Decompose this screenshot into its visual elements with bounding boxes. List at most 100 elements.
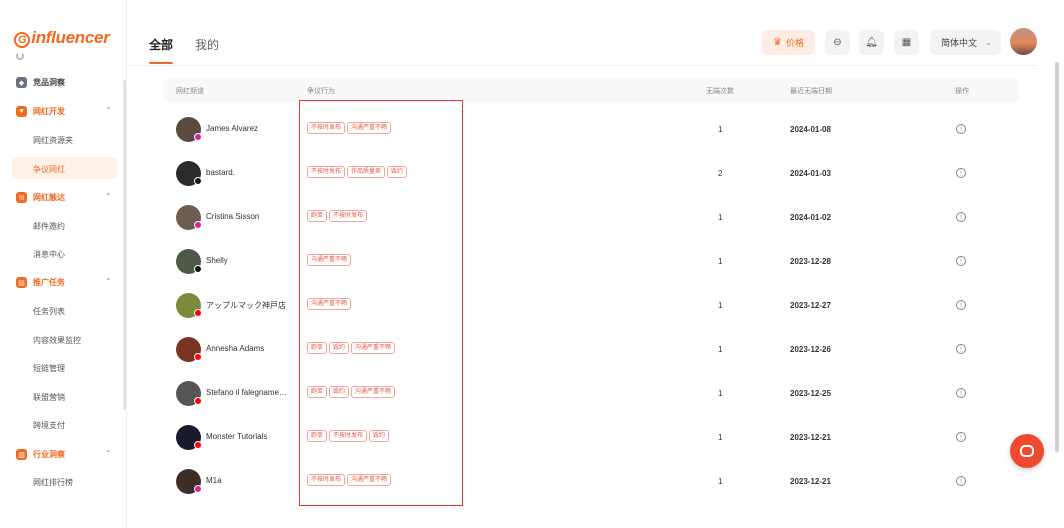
sidebar-item-disputed-influencers[interactable]: 争议网红: [33, 164, 65, 175]
apps-button[interactable]: ▦: [894, 30, 919, 55]
influencer-name[interactable]: bastard.: [206, 168, 235, 177]
instagram-icon: [194, 485, 202, 493]
info-icon[interactable]: i: [956, 388, 966, 398]
sidebar-item-email-invite[interactable]: 邮件邀约: [33, 221, 65, 232]
tiktok-icon: [194, 177, 202, 185]
support-chat-button[interactable]: [1010, 434, 1044, 468]
chevron-up-icon[interactable]: ⌃: [105, 106, 112, 115]
document-icon: ▤: [16, 277, 27, 288]
sidebar-item-short-links[interactable]: 短链管理: [33, 363, 65, 374]
grid-icon: ▦: [901, 37, 912, 48]
shield-icon: ◆: [16, 77, 27, 88]
highlight-box: [299, 100, 463, 506]
last-dispute-date: 2024-01-03: [790, 169, 831, 178]
info-icon[interactable]: i: [956, 168, 966, 178]
nav-group-influencer-dev[interactable]: ♥ 网红开发 ⌃: [16, 106, 116, 117]
influencer-name[interactable]: アップルマック神戸店: [206, 300, 286, 311]
sidebar-item-message-center[interactable]: 消息中心: [33, 249, 65, 260]
column-header-action: 操作: [955, 88, 969, 95]
mail-icon: ✉: [16, 192, 27, 203]
notifications-button[interactable]: 🔔︎: [859, 30, 884, 55]
sidebar-item-cross-border-pay[interactable]: 跨境支付: [33, 420, 65, 431]
active-tab-indicator: [149, 62, 173, 64]
nav-group-label: 网红触达: [33, 193, 65, 202]
dispute-count: 1: [718, 389, 723, 398]
pricing-label: 价格: [785, 38, 804, 48]
nav-group-outreach[interactable]: ✉ 网红触达 ⌃: [16, 192, 116, 203]
dispute-count: 2: [718, 169, 723, 178]
dispute-count: 1: [718, 345, 723, 354]
sidebar-item-content-monitor[interactable]: 内容效果监控: [33, 335, 81, 346]
last-dispute-date: 2024-01-02: [790, 213, 831, 222]
last-dispute-date: 2023-12-21: [790, 433, 831, 442]
instagram-icon: [194, 133, 202, 141]
nav-group-industry-insight[interactable]: ▥ 行业洞察 ⌃: [16, 449, 116, 460]
message-icon: ⊖: [833, 37, 842, 48]
crown-icon: ♛: [773, 37, 782, 48]
influencer-name[interactable]: Annesha Adams: [206, 344, 264, 353]
last-dispute-date: 2024-01-08: [790, 125, 831, 134]
tab-mine[interactable]: 我的: [195, 36, 219, 53]
info-icon[interactable]: i: [956, 212, 966, 222]
page-scrollbar[interactable]: [1055, 62, 1059, 452]
sidebar-item-affiliate[interactable]: 联盟营销: [33, 392, 65, 403]
sidebar-item-ranking[interactable]: 网红排行榜: [33, 477, 73, 488]
info-icon[interactable]: i: [956, 344, 966, 354]
dispute-count: 1: [718, 125, 723, 134]
chevron-up-icon[interactable]: ⌃: [105, 277, 112, 286]
chevron-up-icon[interactable]: ⌃: [105, 192, 112, 201]
nav-group-label: 竞品洞察: [33, 78, 65, 87]
info-icon[interactable]: i: [956, 476, 966, 486]
influencer-name[interactable]: M1a: [206, 476, 222, 485]
youtube-icon: [194, 309, 202, 317]
column-header-channel: 网红频道: [176, 88, 204, 95]
influencer-name[interactable]: Cristina Sisson: [206, 212, 259, 221]
last-dispute-date: 2023-12-27: [790, 301, 831, 310]
column-header-last-date: 最近无端日期: [790, 88, 832, 95]
nav-group-label: 行业洞察: [33, 450, 65, 459]
chevron-up-icon[interactable]: ⌃: [105, 449, 112, 458]
heart-icon: ♥: [16, 106, 27, 117]
dispute-count: 1: [718, 257, 723, 266]
last-dispute-date: 2023-12-21: [790, 477, 831, 486]
influencer-name[interactable]: Stefano il falegname…: [206, 388, 287, 397]
chat-bubble-icon: [1020, 445, 1034, 457]
chart-icon: ▥: [16, 449, 27, 460]
instagram-icon: [194, 221, 202, 229]
influencer-name[interactable]: Shelly: [206, 256, 228, 265]
column-header-behavior: 争议行为: [307, 88, 335, 95]
chat-button[interactable]: ⊖: [825, 30, 850, 55]
dispute-count: 1: [718, 433, 723, 442]
loading-icon: [16, 52, 24, 60]
nav-group-label: 推广任务: [33, 278, 65, 287]
pricing-button[interactable]: ♛ 价格: [762, 30, 815, 55]
info-icon[interactable]: i: [956, 124, 966, 134]
sidebar-scrollbar[interactable]: [123, 80, 126, 410]
column-header-count: 无端次数: [706, 88, 734, 95]
info-icon[interactable]: i: [956, 300, 966, 310]
table-header: [163, 78, 1019, 102]
nav-group-label: 网红开发: [33, 107, 65, 116]
language-label: 简体中文: [941, 38, 978, 48]
dispute-count: 1: [718, 213, 723, 222]
dispute-count: 1: [718, 477, 723, 486]
youtube-icon: [194, 397, 202, 405]
info-icon[interactable]: i: [956, 256, 966, 266]
chevron-down-icon: ⌄: [985, 38, 992, 47]
info-icon[interactable]: i: [956, 432, 966, 442]
divider: [127, 65, 1037, 66]
last-dispute-date: 2023-12-28: [790, 257, 831, 266]
sidebar: Ginfluencer ◆ 竞品洞察 ♥ 网红开发 ⌃ 网红资源夹 争议网红 ✉…: [0, 0, 127, 528]
tab-all[interactable]: 全部: [149, 36, 173, 53]
language-select[interactable]: 简体中文 ⌄: [930, 30, 1001, 55]
influencer-name[interactable]: James Alvarez: [206, 124, 258, 133]
user-avatar[interactable]: [1010, 28, 1037, 55]
bell-icon: 🔔︎: [865, 37, 878, 48]
influencer-name[interactable]: Monster Tutorials: [206, 432, 267, 441]
logo[interactable]: Ginfluencer: [14, 28, 110, 48]
sidebar-item-resource-folder[interactable]: 网红资源夹: [33, 135, 73, 146]
nav-group-promo-tasks[interactable]: ▤ 推广任务 ⌃: [16, 277, 116, 288]
tiktok-icon: [194, 265, 202, 273]
sidebar-item-task-list[interactable]: 任务列表: [33, 306, 65, 317]
nav-group-competitor-insight[interactable]: ◆ 竞品洞察: [16, 77, 65, 88]
